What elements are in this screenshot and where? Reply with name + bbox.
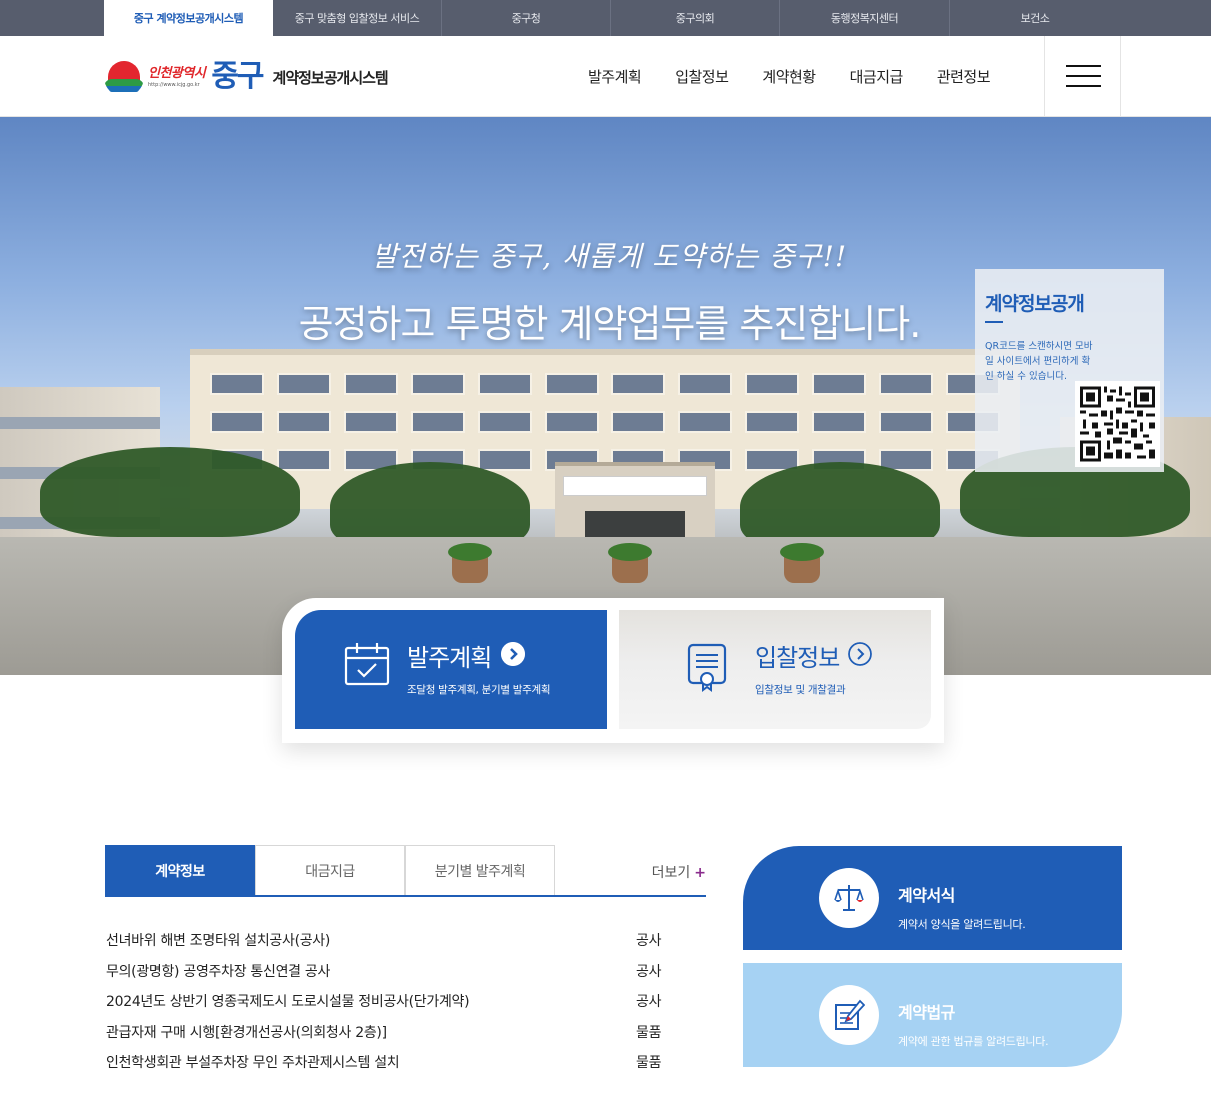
list-item[interactable]: 관급자재 구매 시행[환경개선공사(의회청사 2층)] 물품	[106, 1017, 706, 1048]
site-tabs: 중구 계약정보공개시스템 중구 맞춤형 입찰정보 서비스 중구청 중구의회 동행…	[104, 0, 1120, 36]
site-tab-bid-service[interactable]: 중구 맞춤형 입찰정보 서비스	[273, 0, 442, 36]
site-tab-council[interactable]: 중구의회	[611, 0, 780, 36]
tab-contract-info[interactable]: 계약정보	[105, 845, 255, 897]
plus-icon: +	[694, 865, 706, 881]
calendar-check-icon	[344, 643, 390, 686]
nav-order-plan[interactable]: 발주계획	[588, 66, 642, 87]
contract-laws-desc: 계약에 관한 법규를 알려드립니다.	[898, 1035, 1049, 1048]
main-nav: 발주계획 입찰정보 계약현황 대금지급 관련정보	[571, 36, 1007, 117]
contract-list: 선녀바위 해변 조명타워 설치공사(공사) 공사 무의(광명항) 공영주차장 통…	[106, 925, 706, 1078]
hero-planter	[448, 543, 492, 583]
nav-bid-info[interactable]: 입찰정보	[675, 66, 729, 87]
contract-forms-title: 계약서식	[898, 886, 955, 905]
scale-icon	[834, 885, 864, 911]
contract-laws-badge	[819, 985, 879, 1045]
qr-title-underline	[985, 321, 1003, 323]
contract-forms-panel[interactable]: 계약서식 계약서 양식을 알려드립니다.	[743, 846, 1122, 950]
order-plan-sub: 조달청 발주계획, 분기별 발주계획	[407, 684, 551, 696]
order-plan-card[interactable]: 발주계획 조달청 발주계획, 분기별 발주계획	[295, 610, 607, 729]
contract-laws-title: 계약법규	[898, 1003, 955, 1022]
bid-info-card[interactable]: 입찰정보 입찰정보 및 개찰결과	[619, 610, 931, 729]
tab-quarterly-plan[interactable]: 분기별 발주계획	[405, 845, 555, 897]
logo-system-name: 계약정보공개시스템	[272, 68, 389, 87]
bid-info-label: 입찰정보	[755, 644, 840, 672]
contract-forms-desc: 계약서 양식을 알려드립니다.	[898, 918, 1026, 931]
qr-description: QR코드를 스캔하시면 모바일 사이트에서 편리하게 확인 하실 수 있습니다.	[985, 341, 1093, 382]
hero-planter	[780, 543, 824, 583]
logo-district: 중구	[211, 59, 264, 94]
contract-laws-panel[interactable]: 계약법규 계약에 관한 법규를 알려드립니다.	[743, 963, 1122, 1067]
logo-url: http://www.icjg.go.kr	[148, 81, 200, 88]
quick-links: 발주계획 조달청 발주계획, 분기별 발주계획 입찰정보 입찰정보 및 개찰결과	[282, 598, 944, 743]
list-item-title: 관급자재 구매 시행[환경개선공사(의회청사 2층)]	[106, 1024, 387, 1041]
list-item-category: 공사	[636, 963, 662, 980]
site-tab-welfare-center[interactable]: 동행정복지센터	[780, 0, 950, 36]
list-item-category: 물품	[636, 1055, 662, 1072]
logo-city-name: 인천광역시	[148, 65, 206, 81]
site-tab-district-office[interactable]: 중구청	[442, 0, 611, 36]
list-item[interactable]: 2024년도 상반기 영종국제도시 도로시설물 정비공사(단가계약) 공사	[106, 986, 706, 1017]
qr-code-icon	[1075, 381, 1160, 467]
tab-payment[interactable]: 대금지급	[255, 845, 405, 897]
list-item-title: 선녀바위 해변 조명타워 설치공사(공사)	[106, 933, 331, 950]
chevron-right-icon	[848, 642, 872, 666]
more-label: 더보기	[651, 865, 691, 881]
list-item-title: 2024년도 상반기 영종국제도시 도로시설물 정비공사(단가계약)	[106, 994, 470, 1011]
pen-document-icon	[835, 999, 865, 1030]
logo-city: 인천광역시 http://www.icjg.go.kr	[148, 65, 206, 88]
logo[interactable]: 인천광역시 http://www.icjg.go.kr 중구 계약정보공개시스템	[104, 56, 389, 98]
hero-trees-left	[40, 447, 300, 537]
qr-title: 계약정보공개	[985, 293, 1085, 315]
site-bar: 중구 계약정보공개시스템 중구 맞춤형 입찰정보 서비스 중구청 중구의회 동행…	[0, 0, 1211, 36]
chevron-right-icon	[501, 642, 525, 666]
site-tab-contract-system[interactable]: 중구 계약정보공개시스템	[104, 0, 273, 36]
list-item[interactable]: 인천학생회관 부설주차장 무인 주차관제시스템 설치 물품	[106, 1047, 706, 1078]
list-item-category: 공사	[636, 994, 662, 1011]
contract-tabs: 계약정보 대금지급 분기별 발주계획 더보기 +	[105, 845, 706, 897]
bid-info-sub: 입찰정보 및 개찰결과	[755, 684, 846, 696]
tabs-divider	[105, 895, 706, 897]
hamburger-icon[interactable]	[1044, 36, 1121, 117]
list-item-title: 무의(광명항) 공영주차장 통신연결 공사	[106, 963, 331, 980]
nav-related-info[interactable]: 관련정보	[937, 66, 991, 87]
order-plan-label: 발주계획	[407, 644, 492, 672]
list-item[interactable]: 무의(광명항) 공영주차장 통신연결 공사 공사	[106, 956, 706, 987]
site-tab-health-center[interactable]: 보건소	[950, 0, 1120, 36]
document-certificate-icon	[687, 643, 727, 692]
more-link[interactable]: 더보기 +	[652, 862, 706, 882]
emblem-icon	[104, 57, 144, 97]
hero-planter	[608, 543, 652, 583]
list-item[interactable]: 선녀바위 해변 조명타워 설치공사(공사) 공사	[106, 925, 706, 956]
list-item-title: 인천학생회관 부설주차장 무인 주차관제시스템 설치	[106, 1055, 400, 1072]
qr-panel: 계약정보공개 QR코드를 스캔하시면 모바일 사이트에서 편리하게 확인 하실 …	[975, 269, 1164, 472]
contract-forms-badge	[819, 868, 879, 928]
list-item-category: 공사	[636, 933, 662, 950]
list-item-category: 물품	[636, 1024, 662, 1041]
header: 인천광역시 http://www.icjg.go.kr 중구 계약정보공개시스템…	[0, 36, 1211, 117]
nav-payment[interactable]: 대금지급	[850, 66, 904, 87]
nav-contract-status[interactable]: 계약현황	[762, 66, 816, 87]
